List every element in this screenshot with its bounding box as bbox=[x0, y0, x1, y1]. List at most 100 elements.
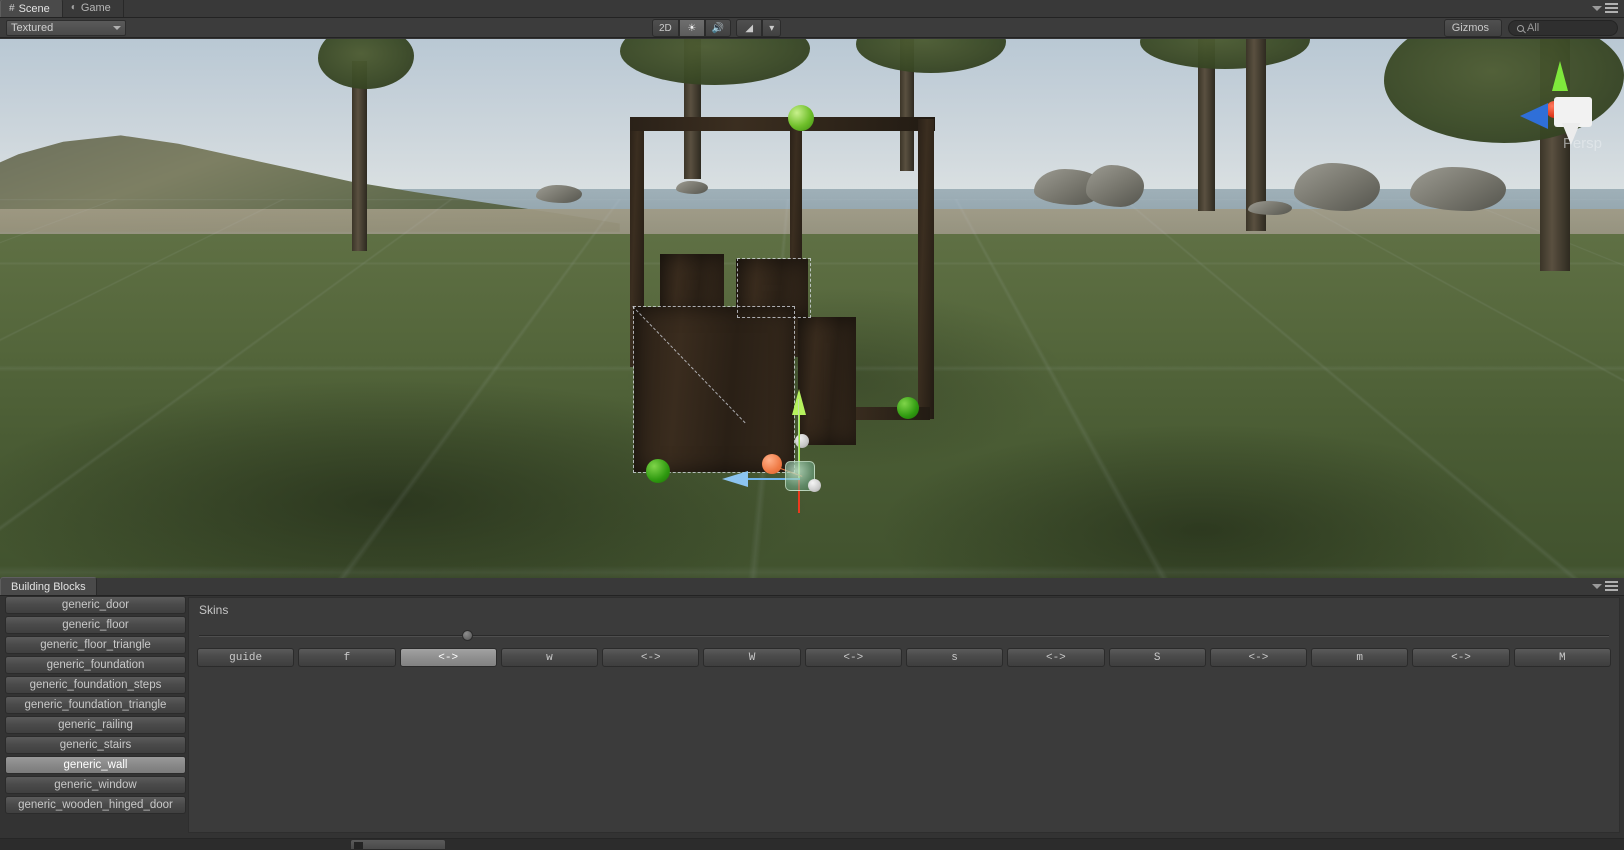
building-block-label: generic_wooden_hinged_door bbox=[18, 799, 173, 811]
building-block-label: generic_foundation_triangle bbox=[24, 699, 167, 711]
building-blocks-list: generic_door generic_floor generic_floor_t… bbox=[5, 596, 186, 832]
rock bbox=[1294, 163, 1380, 211]
building-blocks-body: generic_door generic_floor generic_floor_t… bbox=[0, 596, 1624, 850]
skin-button[interactable]: S bbox=[1108, 648, 1206, 667]
search-icon bbox=[1517, 24, 1524, 32]
selection-outline bbox=[737, 258, 811, 318]
effects-toggle-button[interactable]: ◢ bbox=[736, 19, 763, 37]
gizmos-dropdown-button[interactable]: Gizmos bbox=[1443, 19, 1502, 37]
snap-handle[interactable] bbox=[646, 459, 670, 483]
panel-footer-strip bbox=[0, 838, 1624, 850]
skin-button-label: <-> bbox=[438, 651, 459, 664]
skin-button[interactable]: <-> bbox=[1412, 648, 1510, 667]
building-block-label: generic_floor bbox=[62, 619, 129, 631]
building-block-button[interactable]: generic_floor_triangle bbox=[5, 636, 186, 654]
tab-scene[interactable]: # Scene bbox=[0, 0, 63, 17]
scene-view-tabbar: # Scene ◐ Game bbox=[0, 0, 1624, 18]
gizmos-label: Gizmos bbox=[1451, 22, 1489, 34]
skin-button[interactable]: <-> bbox=[399, 648, 497, 667]
building-block-button[interactable]: generic_window bbox=[5, 776, 186, 794]
building-block-button[interactable]: generic_wall bbox=[5, 756, 186, 774]
skin-button[interactable]: f bbox=[298, 648, 396, 667]
skin-button-label: W bbox=[748, 651, 756, 664]
rock bbox=[676, 181, 708, 194]
y-axis-cone-icon[interactable] bbox=[1552, 61, 1568, 91]
building-block-button[interactable]: generic_door bbox=[5, 596, 186, 614]
building-block-button[interactable]: generic_floor bbox=[5, 616, 186, 634]
chevron-down-icon[interactable] bbox=[1592, 5, 1602, 11]
building-block-button[interactable]: generic_wooden_hinged_door bbox=[5, 796, 186, 814]
2d-toggle-button[interactable]: 2D bbox=[652, 19, 679, 37]
skin-button[interactable]: s bbox=[905, 648, 1004, 667]
skin-button[interactable]: w bbox=[500, 648, 599, 667]
skin-button-label: <-> bbox=[1451, 651, 1471, 664]
audio-toggle-button[interactable]: 🔊 bbox=[704, 19, 732, 37]
draw-mode-dropdown[interactable]: Textured bbox=[6, 19, 126, 36]
building-block-label: generic_stairs bbox=[59, 739, 132, 751]
skins-slider-knob[interactable] bbox=[461, 630, 473, 641]
scene-view-toggles: 2D ☀ 🔊 ◢ ▾ bbox=[652, 19, 782, 37]
building-block-button[interactable]: generic_foundation_triangle bbox=[5, 696, 186, 714]
skin-button[interactable]: M bbox=[1513, 648, 1611, 667]
building-block-label: generic_railing bbox=[58, 719, 133, 731]
skin-button-label: <-> bbox=[1248, 651, 1269, 664]
building-block-button[interactable]: generic_foundation bbox=[5, 656, 186, 674]
hamburger-menu-icon[interactable] bbox=[1605, 3, 1618, 13]
panel-footer-item[interactable] bbox=[350, 839, 446, 850]
z-axis-cone-icon[interactable] bbox=[1520, 103, 1548, 129]
building-block-label: generic_wall bbox=[63, 759, 128, 771]
gizmo-orange-handle[interactable] bbox=[762, 454, 782, 474]
grid-hash-icon: # bbox=[9, 2, 15, 14]
gizmo-free-move-handle[interactable] bbox=[808, 479, 821, 492]
building-block-button[interactable]: generic_stairs bbox=[5, 736, 186, 754]
perspective-mode-label[interactable]: Persp bbox=[1563, 135, 1602, 152]
move-gizmo[interactable] bbox=[700, 379, 860, 513]
skin-button-label: S bbox=[1153, 651, 1161, 664]
skin-button[interactable]: guide bbox=[197, 648, 295, 667]
rock bbox=[1410, 167, 1506, 211]
building-blocks-tabbar: Building Blocks bbox=[0, 577, 1624, 596]
chevron-down-icon: ▾ bbox=[769, 22, 775, 34]
frame-beam-right bbox=[918, 119, 934, 419]
building-block-button[interactable]: generic_railing bbox=[5, 716, 186, 734]
building-block-label: generic_foundation_steps bbox=[29, 679, 162, 691]
skins-slider[interactable] bbox=[199, 630, 1609, 642]
skin-button-label: w bbox=[546, 651, 553, 664]
gamepad-icon: ◐ bbox=[70, 2, 77, 13]
rock bbox=[536, 185, 582, 203]
scene-orientation-gizmo[interactable] bbox=[1516, 61, 1600, 145]
skin-button[interactable]: <-> bbox=[1007, 648, 1105, 667]
skin-button-label: <-> bbox=[1045, 651, 1066, 664]
chevron-down-icon[interactable] bbox=[1592, 583, 1602, 589]
skin-button-label: m bbox=[1356, 651, 1364, 664]
snap-handle[interactable] bbox=[897, 397, 919, 419]
gizmo-z-arrow[interactable] bbox=[722, 471, 748, 487]
skin-button-label: f bbox=[343, 651, 351, 664]
scene-search-input[interactable]: All bbox=[1508, 20, 1618, 36]
rock bbox=[1248, 201, 1292, 215]
skin-button[interactable]: <-> bbox=[602, 648, 700, 667]
scene-toolbar-right: Gizmos All bbox=[1443, 19, 1618, 37]
tab-building-blocks[interactable]: Building Blocks bbox=[0, 577, 97, 595]
skin-button[interactable]: m bbox=[1311, 648, 1409, 667]
skins-panel: Skins guide f <-> w <-> W <-> s <-> S <-> m <-> M bbox=[188, 597, 1620, 833]
gizmo-y-arrow[interactable] bbox=[792, 389, 806, 415]
speaker-icon: 🔊 bbox=[711, 22, 725, 34]
scene-tabbar-controls bbox=[1592, 0, 1624, 17]
tab-building-blocks-label: Building Blocks bbox=[11, 580, 86, 593]
snap-handle[interactable] bbox=[788, 105, 814, 131]
skin-button[interactable]: <-> bbox=[1209, 648, 1308, 667]
skin-button[interactable]: <-> bbox=[804, 648, 902, 667]
building-block-label: generic_window bbox=[54, 779, 137, 791]
effects-dropdown-button[interactable]: ▾ bbox=[762, 19, 782, 37]
building-block-button[interactable]: generic_foundation_steps bbox=[5, 676, 186, 694]
skin-button[interactable]: W bbox=[703, 648, 801, 667]
hamburger-menu-icon[interactable] bbox=[1605, 581, 1618, 591]
building-block-label: generic_foundation bbox=[46, 659, 145, 671]
building-blocks-panel: Building Blocks generic_door generic_floo… bbox=[0, 577, 1624, 850]
skins-slider-track[interactable] bbox=[199, 635, 1609, 637]
tab-game[interactable]: ◐ Game bbox=[63, 0, 124, 17]
scene-viewport[interactable]: Persp bbox=[0, 39, 1624, 578]
lighting-toggle-button[interactable]: ☀ bbox=[678, 19, 705, 37]
skin-button-label: M bbox=[1558, 651, 1566, 664]
